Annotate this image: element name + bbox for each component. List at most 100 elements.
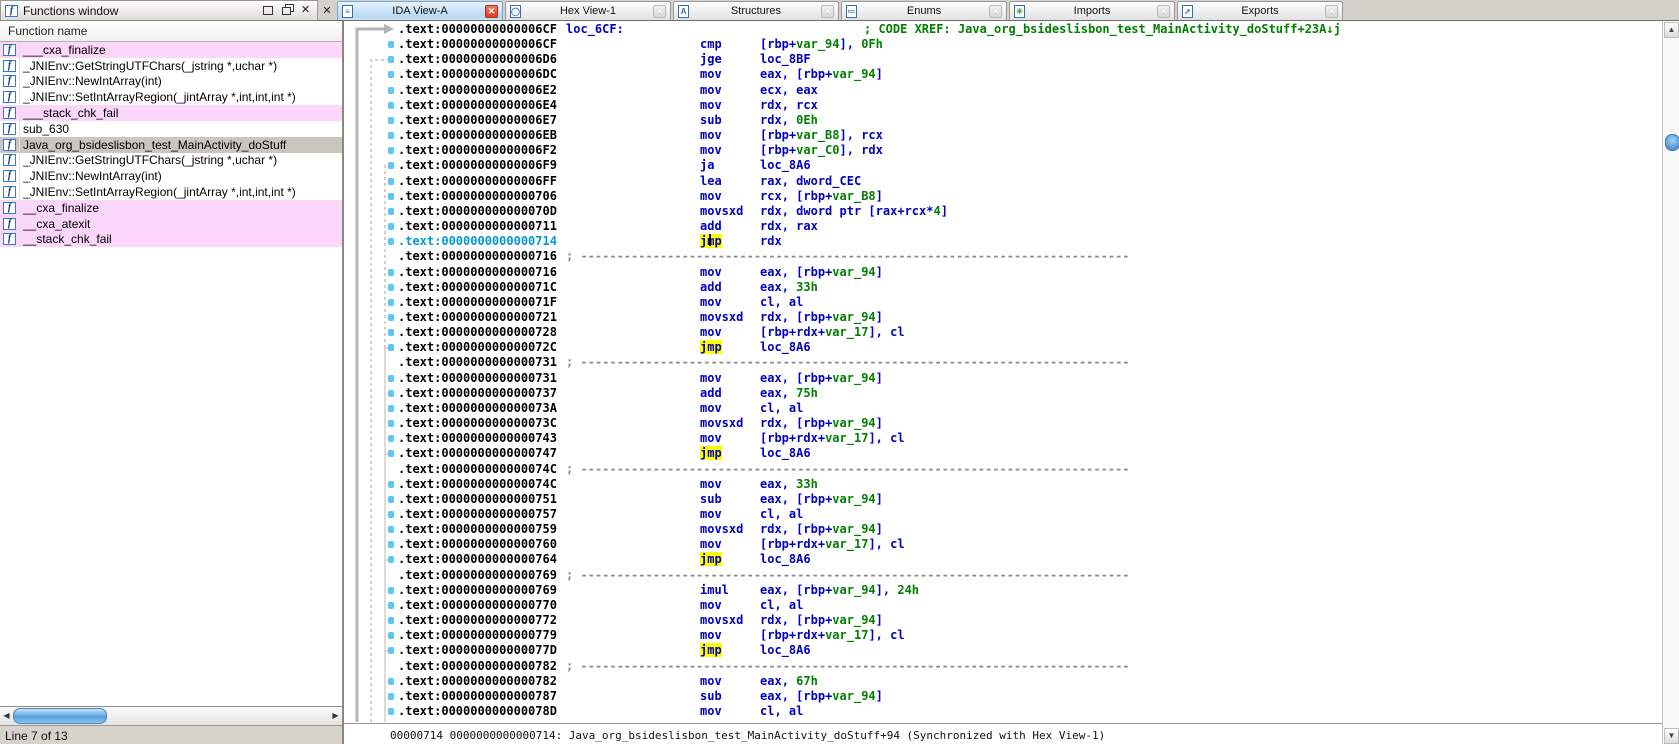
asm-line[interactable]: .text:00000000000006DCmoveax, [rbp+var_9… bbox=[344, 67, 1662, 82]
hscroll-thumb[interactable] bbox=[13, 708, 107, 724]
function-row-cxa-atexit[interactable]: f__cxa_atexit bbox=[0, 216, 342, 232]
tab-exports[interactable]: ➚Exports✕ bbox=[1177, 1, 1343, 20]
asm-line[interactable]: .text:00000000000006FFlearax, dword_CEC bbox=[344, 174, 1662, 189]
functions-window-titlebar[interactable]: f Functions window ✕ bbox=[0, 0, 318, 21]
float-button[interactable] bbox=[279, 4, 294, 18]
asm-line[interactable]: .text:00000000000006F9jaloc_8A6 bbox=[344, 158, 1662, 173]
asm-line[interactable]: .text:0000000000000787subeax, [rbp+var_9… bbox=[344, 689, 1662, 704]
asm-line[interactable]: .text:0000000000000757movcl, al bbox=[344, 507, 1662, 522]
asm-line[interactable]: .text:00000000000006E7subrdx, 0Eh bbox=[344, 113, 1662, 128]
asm-line[interactable]: .text:00000000000006D6jgeloc_8BF bbox=[344, 52, 1662, 67]
asm-line[interactable]: .text:0000000000000731moveax, [rbp+var_9… bbox=[344, 371, 1662, 386]
asm-line[interactable]: .text:0000000000000714jmprdx bbox=[344, 234, 1662, 249]
asm-operands: cl, al bbox=[760, 598, 803, 612]
asm-line[interactable]: .text:000000000000074Cmoveax, 33h bbox=[344, 477, 1662, 492]
asm-line[interactable]: .text:00000000000006E2movecx, eax bbox=[344, 83, 1662, 98]
close-button[interactable]: ✕ bbox=[298, 4, 313, 18]
hscroll-left-arrow-icon[interactable]: ◀ bbox=[1, 709, 12, 722]
asm-line[interactable]: .text:0000000000000782moveax, 67h bbox=[344, 674, 1662, 689]
asm-line[interactable]: .text:00000000000006CFcmp[rbp+var_94], 0… bbox=[344, 37, 1662, 52]
asm-address: .text:0000000000000706 bbox=[398, 189, 557, 203]
asm-line[interactable]: .text:0000000000000772movsxdrdx, [rbp+va… bbox=[344, 613, 1662, 628]
tab-close-icon[interactable]: ✕ bbox=[653, 5, 666, 18]
function-row-cxa-finalize[interactable]: f___cxa_finalize bbox=[0, 42, 342, 58]
tab-ida-view-a[interactable]: ≡IDA View-A✕ bbox=[337, 1, 503, 20]
tab-label: Exports bbox=[1195, 5, 1325, 17]
asm-line[interactable]: .text:00000000000006E4movrdx, rcx bbox=[344, 98, 1662, 113]
function-row-jnienv-getstringutfchars-jstring-uchar[interactable]: f_JNIEnv::GetStringUTFChars(_jstring *,u… bbox=[0, 153, 342, 169]
tab-close-icon[interactable]: ✕ bbox=[1157, 5, 1170, 18]
tab-close-icon[interactable]: ✕ bbox=[1325, 5, 1338, 18]
asm-address: .text:000000000000077D bbox=[398, 643, 557, 657]
function-row-jnienv-setintarrayregion-jintarray-int-i[interactable]: f_JNIEnv::SetIntArrayRegion(_jintArray *… bbox=[0, 89, 342, 105]
asm-address: .text:0000000000000764 bbox=[398, 552, 557, 566]
functions-hscrollbar[interactable]: ◀ ▶ bbox=[0, 706, 342, 725]
instruction-dot-icon bbox=[388, 678, 394, 685]
asm-line[interactable]: .text:00000000000006EBmov[rbp+var_B8], r… bbox=[344, 128, 1662, 143]
asm-line[interactable]: .text:0000000000000747jmploc_8A6 bbox=[344, 446, 1662, 461]
function-row-jnienv-getstringutfchars-jstring-uchar[interactable]: f_JNIEnv::GetStringUTFChars(_jstring *,u… bbox=[0, 58, 342, 74]
tab-enums[interactable]: ≔Enums✕ bbox=[841, 1, 1007, 20]
asm-line[interactable]: .text:0000000000000716; ----------------… bbox=[344, 249, 1662, 264]
tabbar-close-icon[interactable]: ✕ bbox=[320, 1, 334, 20]
asm-line[interactable]: .text:0000000000000782; ----------------… bbox=[344, 659, 1662, 674]
function-row-cxa-finalize[interactable]: f__cxa_finalize bbox=[0, 200, 342, 216]
asm-line[interactable]: .text:000000000000072Cjmploc_8A6 bbox=[344, 340, 1662, 355]
asm-line[interactable]: .text:0000000000000737addeax, 75h bbox=[344, 386, 1662, 401]
asm-line[interactable]: .text:0000000000000759movsxdrdx, [rbp+va… bbox=[344, 522, 1662, 537]
asm-line[interactable]: .text:0000000000000760mov[rbp+rdx+var_17… bbox=[344, 537, 1662, 552]
tab-close-icon[interactable]: ✕ bbox=[821, 5, 834, 18]
asm-line[interactable]: .text:000000000000078Dmovcl, al bbox=[344, 704, 1662, 719]
tab-close-icon[interactable]: ✕ bbox=[485, 5, 498, 18]
vscroll-up-arrow-icon[interactable]: ▲ bbox=[1664, 22, 1679, 38]
function-row-jnienv-newintarray-int[interactable]: f_JNIEnv::NewIntArray(int) bbox=[0, 168, 342, 184]
disasm-vscrollbar[interactable]: ▲ ▼ bbox=[1662, 22, 1679, 744]
instruction-dot-icon bbox=[388, 587, 394, 594]
tab-close-icon[interactable]: ✕ bbox=[989, 5, 1002, 18]
asm-line[interactable]: .text:0000000000000706movrcx, [rbp+var_B… bbox=[344, 189, 1662, 204]
asm-operands: rdx bbox=[760, 234, 782, 248]
asm-line[interactable]: .text:000000000000071Fmovcl, al bbox=[344, 295, 1662, 310]
asm-operands: [rbp+var_94], 0Fh bbox=[760, 37, 883, 51]
hscroll-right-arrow-icon[interactable]: ▶ bbox=[330, 709, 341, 722]
asm-operands: [rbp+rdx+var_17], cl bbox=[760, 325, 905, 339]
asm-address: .text:000000000000073A bbox=[398, 401, 557, 415]
tab-imports[interactable]: ✳Imports✕ bbox=[1009, 1, 1175, 20]
function-row-sub-630[interactable]: fsub_630 bbox=[0, 121, 342, 137]
vscroll-thumb[interactable] bbox=[1665, 134, 1679, 151]
asm-line[interactable]: .text:0000000000000769; ----------------… bbox=[344, 568, 1662, 583]
asm-line[interactable]: .text:00000000000006CFloc_6CF:; CODE XRE… bbox=[344, 22, 1662, 37]
asm-line[interactable]: .text:0000000000000770movcl, al bbox=[344, 598, 1662, 613]
asm-line[interactable]: .text:0000000000000711addrdx, rax bbox=[344, 219, 1662, 234]
asm-line[interactable]: .text:0000000000000751subeax, [rbp+var_9… bbox=[344, 492, 1662, 507]
asm-line[interactable]: .text:00000000000006F2mov[rbp+var_C0], r… bbox=[344, 143, 1662, 158]
function-name-column-header[interactable]: Function name bbox=[0, 21, 342, 42]
asm-line[interactable]: .text:0000000000000779mov[rbp+rdx+var_17… bbox=[344, 628, 1662, 643]
tab-hex-view-1[interactable]: ◯Hex View-1✕ bbox=[505, 1, 671, 20]
asm-line[interactable]: .text:000000000000073Amovcl, al bbox=[344, 401, 1662, 416]
vscroll-down-arrow-icon[interactable]: ▼ bbox=[1664, 728, 1679, 744]
asm-line[interactable]: .text:0000000000000764jmploc_8A6 bbox=[344, 552, 1662, 567]
asm-mnemonic: jmp bbox=[700, 340, 722, 354]
function-row-stack-chk-fail[interactable]: f__stack_chk_fail bbox=[0, 232, 342, 248]
asm-line[interactable]: .text:000000000000074C; ----------------… bbox=[344, 462, 1662, 477]
function-row-jnienv-newintarray-int[interactable]: f_JNIEnv::NewIntArray(int) bbox=[0, 74, 342, 90]
asm-line[interactable]: .text:0000000000000769imuleax, [rbp+var_… bbox=[344, 583, 1662, 598]
asm-line[interactable]: .text:0000000000000716moveax, [rbp+var_9… bbox=[344, 265, 1662, 280]
asm-line[interactable]: .text:000000000000071Caddeax, 33h bbox=[344, 280, 1662, 295]
asm-line[interactable]: .text:000000000000070Dmovsxdrdx, dword p… bbox=[344, 204, 1662, 219]
function-row-stack-chk-fail[interactable]: f___stack_chk_fail bbox=[0, 105, 342, 121]
asm-line[interactable]: .text:0000000000000721movsxdrdx, [rbp+va… bbox=[344, 310, 1662, 325]
function-row-jnienv-setintarrayregion-jintarray-int-i[interactable]: f_JNIEnv::SetIntArrayRegion(_jintArray *… bbox=[0, 184, 342, 200]
asm-line[interactable]: .text:0000000000000743mov[rbp+rdx+var_17… bbox=[344, 431, 1662, 446]
function-row-java-org-bsideslisbon-test-mainactivity-[interactable]: fJava_org_bsideslisbon_test_MainActivity… bbox=[0, 137, 342, 153]
asm-address: .text:00000000000006DC bbox=[398, 67, 557, 81]
asm-address: .text:0000000000000782 bbox=[398, 674, 557, 688]
asm-line[interactable]: .text:000000000000077Djmploc_8A6 bbox=[344, 643, 1662, 658]
asm-line[interactable]: .text:0000000000000728mov[rbp+rdx+var_17… bbox=[344, 325, 1662, 340]
asm-line[interactable]: .text:0000000000000731; ----------------… bbox=[344, 355, 1662, 370]
asm-mnemonic: mov bbox=[700, 674, 722, 688]
maximize-button[interactable] bbox=[260, 4, 275, 18]
tab-structures[interactable]: AStructures✕ bbox=[673, 1, 839, 20]
asm-line[interactable]: .text:000000000000073Cmovsxdrdx, [rbp+va… bbox=[344, 416, 1662, 431]
